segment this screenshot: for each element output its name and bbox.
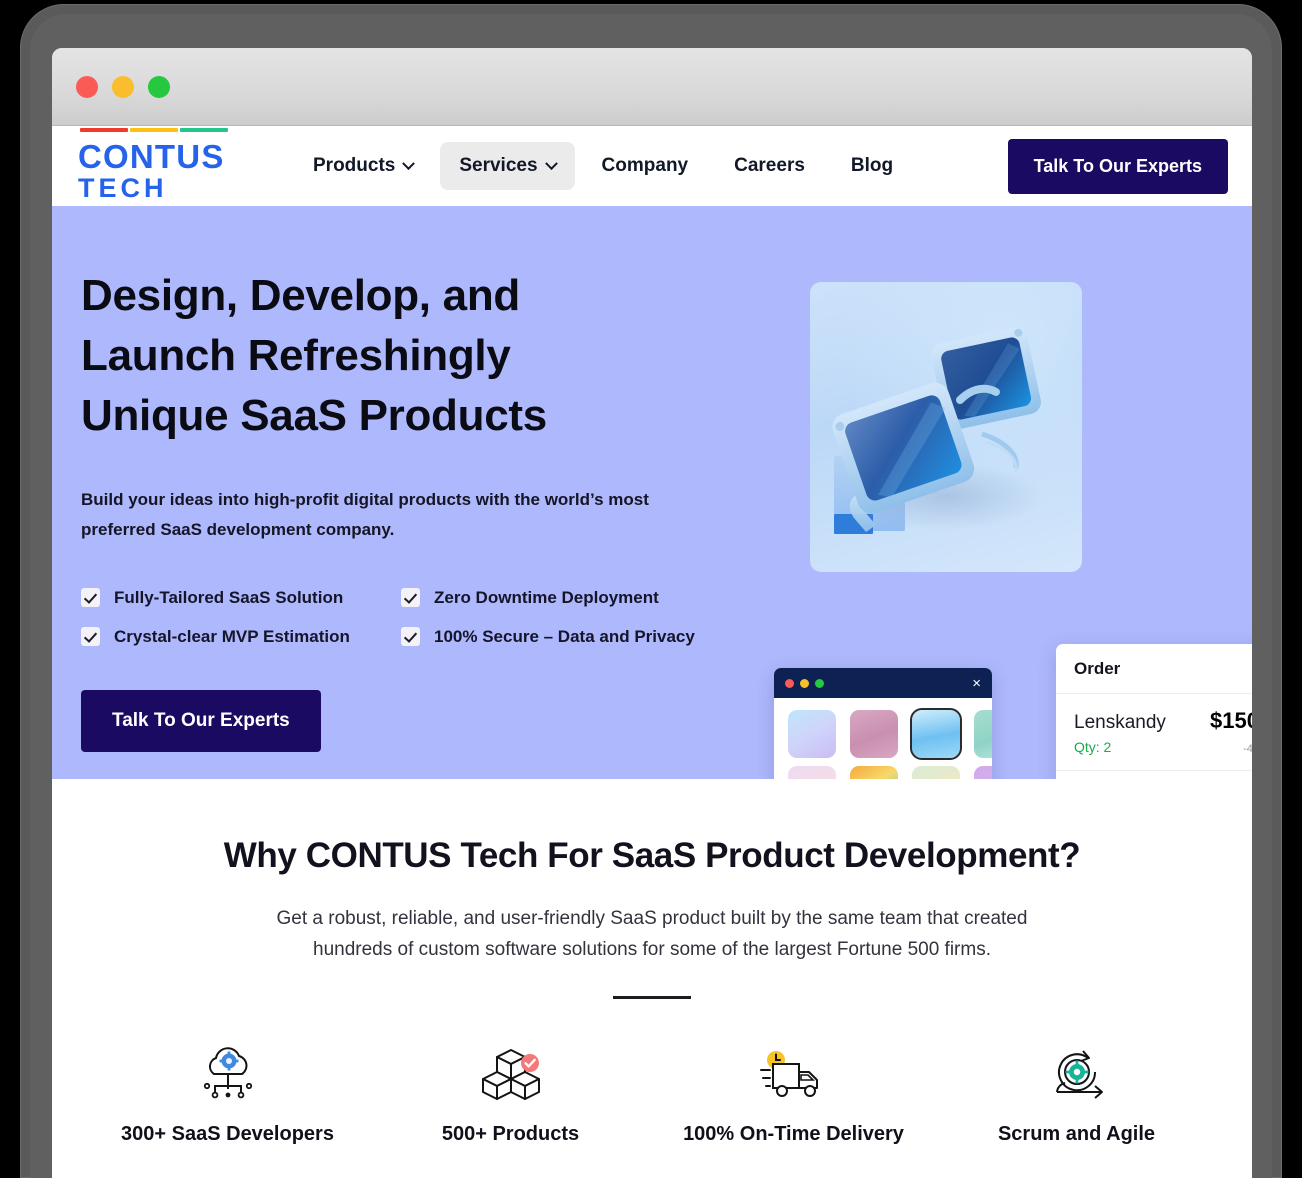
order-discount: -47 — [1243, 743, 1252, 755]
check-icon — [81, 588, 100, 607]
feature-label: Fully-Tailored SaaS Solution — [114, 588, 343, 608]
stat-item: 500+ Products — [369, 1044, 652, 1146]
color-swatch[interactable] — [974, 766, 992, 779]
order-price: $150 — [1210, 708, 1252, 734]
mock-traffic-lights — [785, 679, 824, 688]
feature-label: Zero Downtime Deployment — [434, 588, 659, 608]
nav-label: Services — [459, 155, 537, 177]
hero-headline-line-1: Design, Develop, and — [81, 271, 520, 320]
nav-item-blog[interactable]: Blog — [832, 142, 912, 190]
close-traffic-light[interactable] — [76, 76, 98, 98]
hero-talk-to-experts-button[interactable]: Talk To Our Experts — [81, 690, 321, 752]
feature-item: 100% Secure – Data and Privacy — [401, 627, 721, 647]
color-swatch[interactable] — [788, 766, 836, 779]
color-swatch[interactable] — [788, 710, 836, 758]
why-section: Why CONTUS Tech For SaaS Product Develop… — [52, 779, 1252, 1146]
nav-label: Blog — [851, 155, 893, 177]
why-section-title: Why CONTUS Tech For SaaS Product Develop… — [52, 836, 1252, 876]
order-quantity: Qty: 2 — [1074, 739, 1111, 755]
feature-item: Zero Downtime Deployment — [401, 588, 721, 608]
nav-item-products[interactable]: Products — [294, 142, 432, 190]
nav-item-services[interactable]: Services — [440, 142, 574, 190]
chevron-down-icon — [545, 157, 558, 170]
hero-feature-list: Fully-Tailored SaaS Solution Zero Downti… — [81, 588, 721, 647]
order-meta-rows: Shipping Free Sales Tax $0.00 — [1056, 771, 1252, 779]
boxes-check-icon — [369, 1044, 652, 1106]
swatch-grid — [774, 698, 992, 779]
color-swatch[interactable] — [912, 766, 960, 779]
color-swatch-selected[interactable] — [912, 710, 960, 758]
stat-label: 300+ SaaS Developers — [86, 1123, 369, 1146]
delivery-truck-icon — [652, 1044, 935, 1106]
sunglasses-illustration — [810, 282, 1082, 572]
header-talk-to-experts-button[interactable]: Talk To Our Experts — [1008, 139, 1228, 194]
hero-visual: × Order Lenskandy — [810, 282, 1230, 772]
close-icon[interactable]: × — [972, 676, 981, 691]
section-divider — [613, 996, 691, 999]
feature-item: Crystal-clear MVP Estimation — [81, 627, 401, 647]
mock-minimize-dot[interactable] — [800, 679, 809, 688]
color-swatch[interactable] — [850, 710, 898, 758]
hero-headline-line-3: Unique SaaS Products — [81, 391, 547, 440]
hero-subheadline: Build your ideas into high-profit digita… — [81, 485, 661, 545]
feature-item: Fully-Tailored SaaS Solution — [81, 588, 401, 608]
check-icon — [81, 627, 100, 646]
logo-bar-green — [180, 128, 228, 132]
order-line-item: Lenskandy $150 Qty: 2 -47 — [1056, 694, 1252, 771]
mock-maximize-dot[interactable] — [815, 679, 824, 688]
logo-text-secondary: TECH — [78, 173, 228, 204]
nav-label: Careers — [734, 155, 805, 177]
hero-section: Design, Develop, and Launch Refreshingly… — [52, 206, 1252, 779]
browser-titlebar — [52, 48, 1252, 126]
stat-label: 100% On-Time Delivery — [652, 1123, 935, 1146]
mock-window-titlebar: × — [774, 668, 992, 698]
logo-bar-yellow — [130, 128, 178, 132]
stat-item: 100% On-Time Delivery — [652, 1044, 935, 1146]
brand-logo[interactable]: CONTUS TECH — [78, 128, 228, 203]
hero-headline-line-2: Launch Refreshingly — [81, 331, 511, 380]
stat-label: 500+ Products — [369, 1123, 652, 1146]
stat-label: Scrum and Agile — [935, 1123, 1218, 1146]
feature-label: 100% Secure – Data and Privacy — [434, 627, 695, 647]
agile-loop-icon — [935, 1044, 1218, 1106]
check-icon — [401, 627, 420, 646]
color-picker-window: × — [774, 668, 992, 779]
nav-item-careers[interactable]: Careers — [715, 142, 824, 190]
primary-navigation: Products Services Company Careers Blog — [294, 142, 912, 190]
nav-item-company[interactable]: Company — [583, 142, 708, 190]
color-swatch[interactable] — [850, 766, 898, 779]
logo-color-bars — [80, 128, 228, 132]
why-section-paragraph: Get a robust, reliable, and user-friendl… — [257, 904, 1047, 966]
cloud-gear-icon — [86, 1044, 369, 1106]
browser-window: CONTUS TECH Products Services Company Ca… — [52, 48, 1252, 1178]
logo-bar-red — [80, 128, 128, 132]
mock-close-dot[interactable] — [785, 679, 794, 688]
maximize-traffic-light[interactable] — [148, 76, 170, 98]
product-photo-sunglasses — [810, 282, 1082, 572]
hero-content: Design, Develop, and Launch Refreshingly… — [81, 266, 721, 752]
hero-headline: Design, Develop, and Launch Refreshingly… — [81, 266, 721, 445]
chevron-down-icon — [402, 157, 415, 170]
color-swatch[interactable] — [974, 710, 992, 758]
order-product-name: Lenskandy — [1074, 712, 1166, 734]
minimize-traffic-light[interactable] — [112, 76, 134, 98]
order-summary-card: Order Lenskandy $150 Qty: 2 -47 Shipping… — [1056, 644, 1252, 779]
nav-label: Company — [602, 155, 689, 177]
site-header: CONTUS TECH Products Services Company Ca… — [52, 126, 1252, 206]
check-icon — [401, 588, 420, 607]
nav-label: Products — [313, 155, 395, 177]
feature-label: Crystal-clear MVP Estimation — [114, 627, 350, 647]
stats-row: 300+ SaaS Developers — [52, 1044, 1252, 1146]
stat-item: Scrum and Agile — [935, 1044, 1218, 1146]
order-card-title: Order — [1056, 644, 1252, 694]
logo-text-primary: CONTUS — [78, 141, 228, 172]
stat-item: 300+ SaaS Developers — [86, 1044, 369, 1146]
